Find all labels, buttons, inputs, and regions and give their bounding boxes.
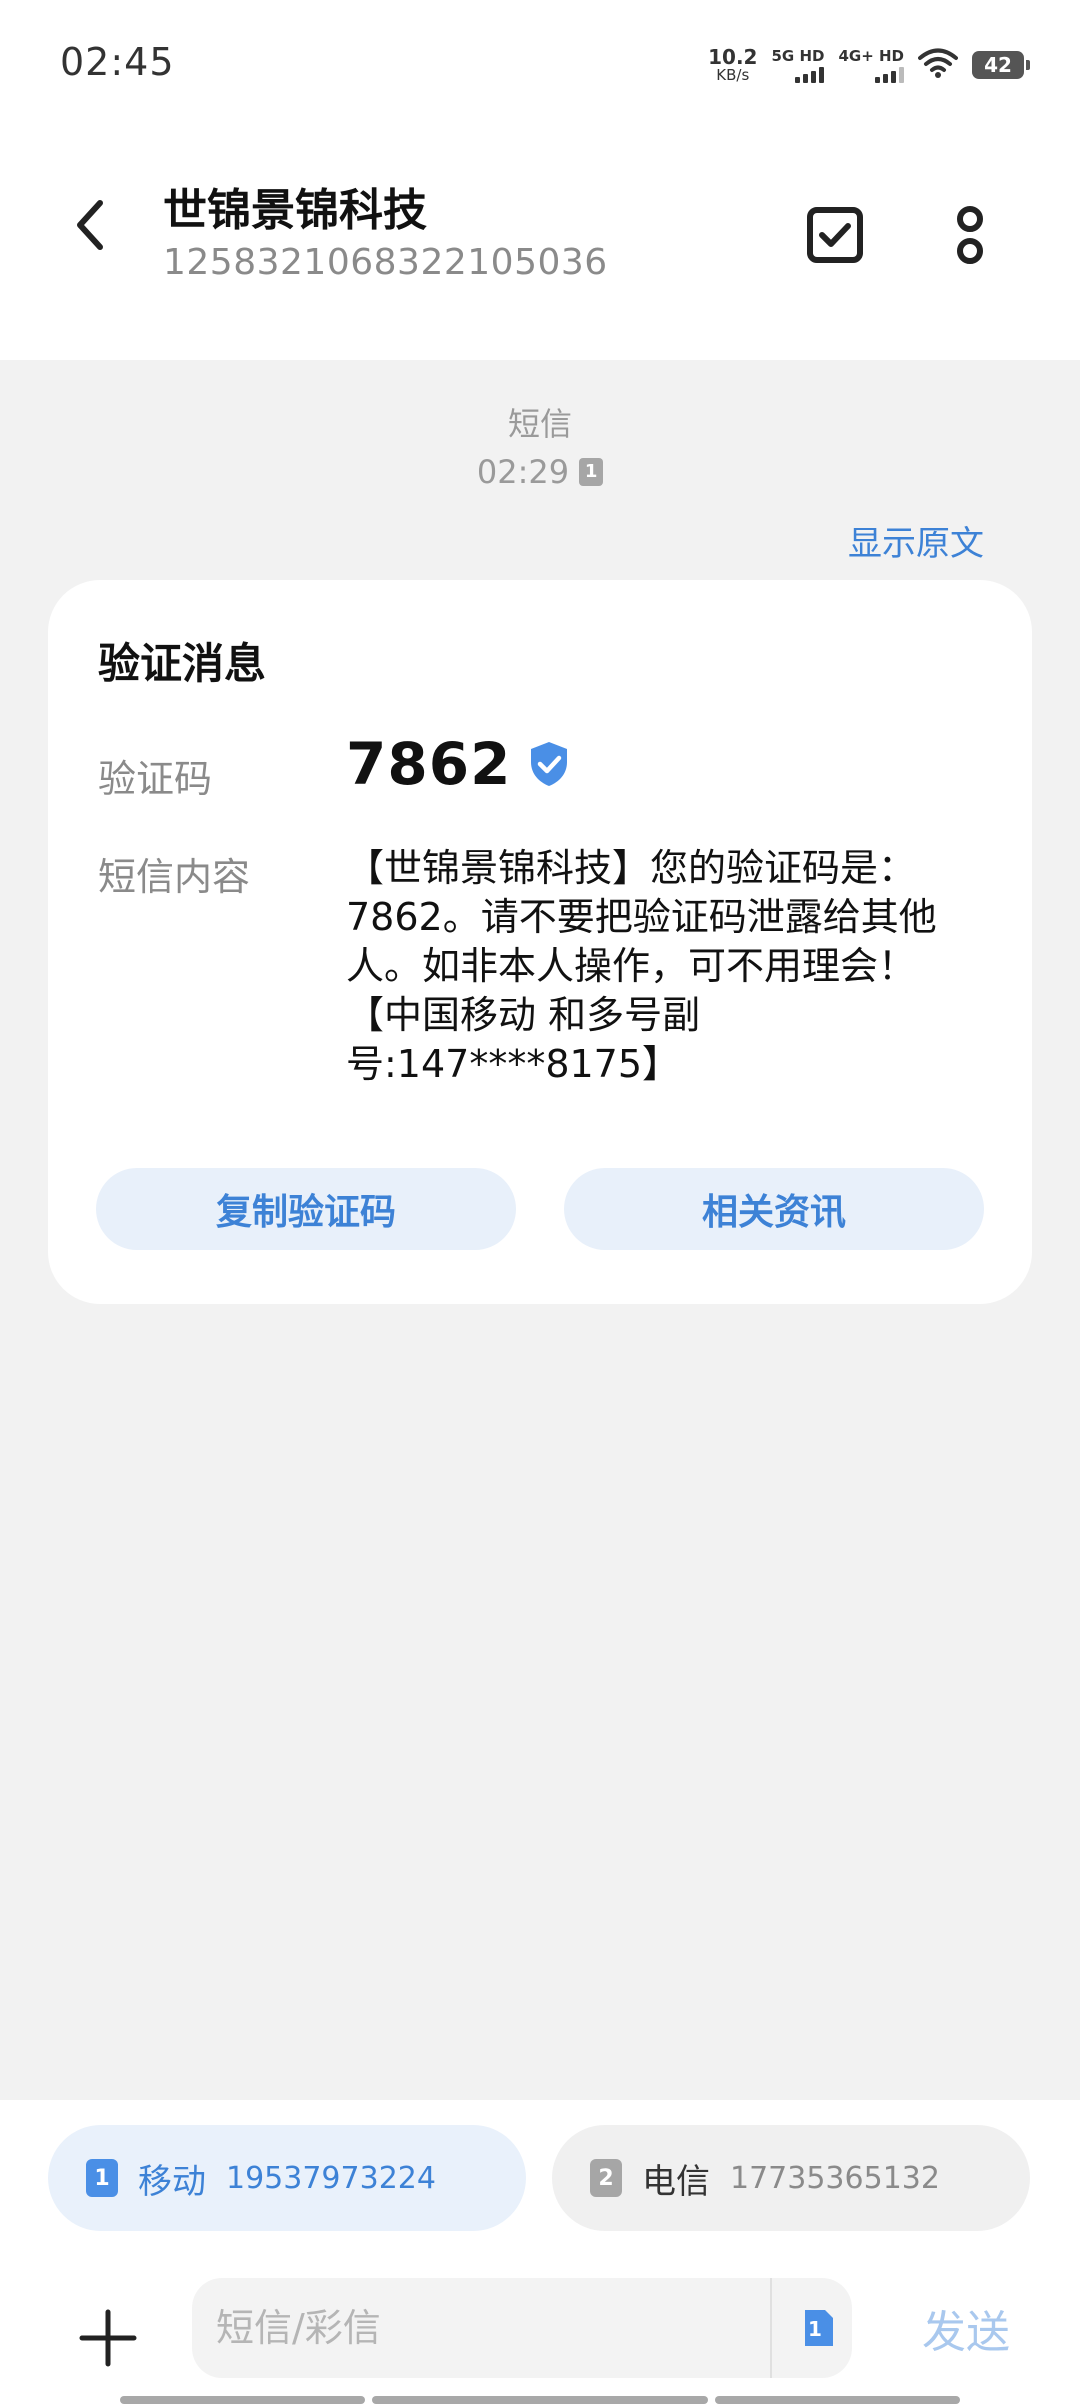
- sender-number: 1258321068322105036: [163, 242, 608, 283]
- wifi-icon: [918, 47, 958, 83]
- multi-select-button[interactable]: [800, 200, 870, 270]
- sim1-signal-icon: 5G HD: [771, 46, 825, 83]
- status-bar: 02:45 10.2 KB/s 5G HD 4G+ HD 42: [0, 0, 1080, 130]
- back-arrow-icon: [77, 200, 103, 250]
- copy-code-button[interactable]: 复制验证码: [96, 1168, 516, 1250]
- verification-code[interactable]: 7862: [346, 730, 571, 798]
- nav-bar-segment-right[interactable]: [715, 2396, 960, 2404]
- sim1-badge-icon: 1: [86, 2159, 118, 2197]
- plus-icon: [79, 2309, 137, 2367]
- input-divider: [770, 2278, 772, 2378]
- nav-bar-segment-left[interactable]: [120, 2396, 365, 2404]
- top-area: 02:45 10.2 KB/s 5G HD 4G+ HD 42 世锦景锦科技 1…: [0, 0, 1080, 360]
- sim2-carrier: 电信: [642, 2161, 710, 2202]
- sim1-signal-label: 5G HD: [771, 46, 825, 65]
- status-indicators: 10.2 KB/s 5G HD 4G+ HD 42: [708, 40, 1030, 90]
- checkbox-icon: [807, 207, 863, 263]
- sms-body: 【世锦景锦科技】您的验证码是：7862。请不要把验证码泄露给其他人。如非本人操作…: [346, 846, 937, 1086]
- sim1-carrier: 移动: [138, 2161, 206, 2202]
- contact-name: 世锦景锦科技: [163, 185, 427, 236]
- more-options-button[interactable]: [935, 200, 1005, 270]
- nav-bar-segment-middle[interactable]: [372, 2396, 708, 2404]
- network-speed-value: 10.2: [708, 45, 758, 69]
- sim2-signal-icon: 4G+ HD: [838, 48, 904, 83]
- attach-button[interactable]: [70, 2300, 146, 2376]
- compose-area: 1 移动 19537973224 2 电信 17735365132 1 发送: [0, 2100, 1080, 2408]
- verification-card: 验证消息 验证码 7862 短信内容 【世锦景锦科技】您的验证码是：7862。请…: [48, 580, 1032, 1304]
- sim-switch-badge: 1: [808, 2317, 822, 2341]
- battery-level: 42: [984, 53, 1012, 77]
- sim1-number: 19537973224: [226, 2160, 436, 2196]
- content-label: 短信内容: [98, 855, 251, 899]
- message-input-box: 1: [192, 2278, 852, 2378]
- card-title: 验证消息: [98, 639, 267, 688]
- network-speed: 10.2 KB/s: [708, 47, 757, 83]
- show-original-link[interactable]: 显示原文: [848, 516, 984, 565]
- verified-shield-icon: [527, 740, 571, 788]
- message-meta: 短信 02:29 1: [0, 400, 1080, 496]
- code-value: 7862: [346, 730, 512, 798]
- battery-icon: 42: [972, 51, 1030, 79]
- message-time: 02:29: [476, 453, 570, 491]
- message-input[interactable]: [216, 2278, 736, 2378]
- sim2-badge-icon: 2: [590, 2159, 622, 2197]
- sim-badge-icon: 1: [579, 458, 604, 486]
- sim-switch-button[interactable]: 1: [788, 2298, 848, 2358]
- send-button[interactable]: 发送: [896, 2290, 1036, 2366]
- related-info-button[interactable]: 相关资讯: [564, 1168, 984, 1250]
- sim1-selector[interactable]: 1 移动 19537973224: [48, 2125, 526, 2231]
- network-speed-unit: KB/s: [716, 66, 750, 84]
- more-vertical-icon: [957, 206, 983, 264]
- sim2-number: 17735365132: [730, 2160, 940, 2196]
- conversation-header: 世锦景锦科技 1258321068322105036: [0, 150, 1080, 330]
- sim2-selector[interactable]: 2 电信 17735365132: [552, 2125, 1030, 2231]
- status-time: 02:45: [60, 40, 175, 84]
- code-label: 验证码: [98, 757, 213, 801]
- sim2-signal-label: 4G+ HD: [838, 46, 904, 65]
- back-button[interactable]: [60, 195, 120, 255]
- message-type: 短信: [507, 405, 572, 443]
